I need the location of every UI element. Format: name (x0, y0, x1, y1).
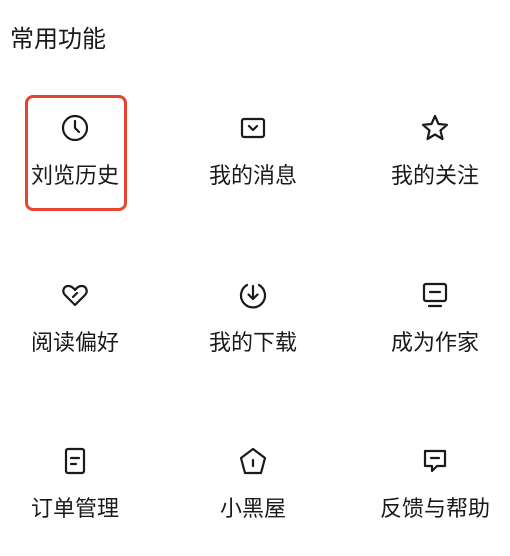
blacklist-label: 小黑屋 (219, 497, 286, 522)
monitor-icon (420, 280, 450, 310)
reading-preferences-label: 阅读偏好 (30, 331, 119, 356)
feedback-help-label: 反馈与帮助 (379, 497, 490, 522)
heart-icon (60, 280, 90, 310)
browsing-history-button[interactable]: 刘览历史 (10, 113, 140, 223)
order-management-button[interactable]: 订单管理 (10, 446, 140, 556)
my-downloads-button[interactable]: 我的下载 (188, 280, 318, 390)
become-author-label: 成为作家 (390, 331, 479, 356)
my-follows-button[interactable]: 我的关注 (370, 113, 500, 223)
my-follows-label: 我的关注 (390, 164, 479, 189)
my-messages-button[interactable]: 我的消息 (188, 113, 318, 223)
download-icon (238, 280, 268, 310)
function-grid: 刘览历史 我的消息 我的关注 阅读偏好 我的下载 成为作家 订单管理 小黑屋 反… (0, 0, 510, 528)
reading-preferences-button[interactable]: 阅读偏好 (10, 280, 140, 390)
blacklist-button[interactable]: 小黑屋 (188, 446, 318, 556)
become-author-button[interactable]: 成为作家 (370, 280, 500, 390)
feedback-icon (420, 446, 450, 476)
house-icon (238, 446, 268, 476)
document-icon (60, 446, 90, 476)
order-management-label: 订单管理 (30, 497, 119, 522)
browsing-history-label: 刘览历史 (30, 164, 119, 189)
my-downloads-label: 我的下载 (208, 331, 297, 356)
feedback-help-button[interactable]: 反馈与帮助 (370, 446, 500, 556)
my-messages-label: 我的消息 (208, 164, 297, 189)
clock-icon (60, 113, 90, 143)
star-icon (420, 113, 450, 143)
message-icon (238, 113, 268, 143)
